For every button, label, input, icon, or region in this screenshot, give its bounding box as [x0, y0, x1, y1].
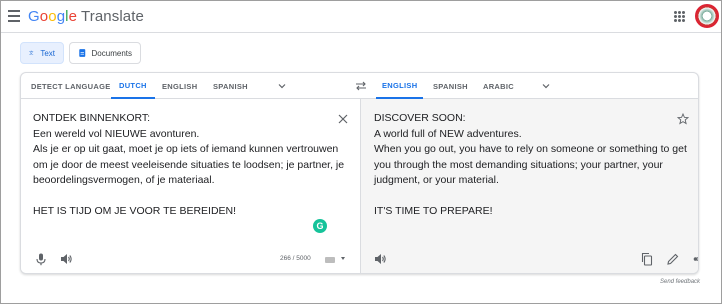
mic-icon[interactable] [34, 252, 48, 266]
documents-mode-button[interactable]: Documents [69, 42, 141, 64]
target-line: When you go out, you have to rely on som… [374, 143, 687, 155]
source-line: om je door de meest veeleisende situatie… [33, 158, 345, 171]
svg-text:文: 文 [29, 49, 34, 56]
target-line: DISCOVER SOON: [374, 112, 466, 124]
source-line [33, 189, 344, 205]
source-line: beoordelingsvermogen, of je materiaal. [33, 174, 215, 186]
source-line: HET IS TIJD OM JE VOOR TE BEREIDEN! [33, 205, 237, 217]
apps-icon[interactable] [674, 11, 685, 22]
target-line: A world full of NEW adventures. [374, 127, 522, 140]
target-text: DISCOVER SOON: A world full of NEW adven… [374, 111, 687, 220]
speaker-icon[interactable] [373, 252, 387, 266]
chevron-down-icon[interactable] [341, 257, 345, 260]
send-feedback-link[interactable]: Send feedback [660, 279, 700, 285]
text-mode-label: Text [40, 48, 55, 58]
source-lang-detect[interactable]: DETECT LANGUAGE [31, 73, 111, 99]
grammarly-icon[interactable]: G [313, 219, 327, 233]
document-icon [79, 49, 86, 57]
source-lang-dutch[interactable]: DUTCH [111, 73, 155, 99]
product-name: Translate [81, 8, 144, 25]
source-lang-spanish[interactable]: SPANISH [213, 73, 248, 99]
swap-icon[interactable] [354, 79, 368, 93]
chevron-down-icon[interactable] [541, 81, 551, 91]
source-text[interactable]: ONTDEK BINNENKORT: Een wereld vol NIEUWE… [33, 111, 344, 220]
text-mode-button[interactable]: 文 Text [20, 42, 64, 64]
target-lang-english[interactable]: ENGLISH [376, 73, 424, 99]
share-icon[interactable] [692, 252, 699, 266]
target-line: you through the most demanding situation… [374, 158, 663, 171]
source-line: ONTDEK BINNENKORT: [33, 112, 151, 124]
close-icon[interactable] [338, 114, 348, 124]
menu-icon[interactable] [8, 10, 20, 22]
source-line: Als je er op uit gaat, moet je op iets o… [33, 143, 339, 155]
character-count: 266 / 5000 [280, 255, 311, 262]
star-icon[interactable] [677, 113, 689, 125]
language-bar: DETECT LANGUAGE DUTCH ENGLISH SPANISH EN… [21, 73, 698, 99]
target-line [374, 189, 687, 205]
keyboard-icon[interactable] [325, 257, 335, 263]
target-lang-spanish[interactable]: SPANISH [433, 73, 468, 99]
avatar[interactable] [695, 4, 719, 28]
logo-letter: G [28, 8, 40, 25]
translation-output: DISCOVER SOON: A world full of NEW adven… [360, 99, 699, 273]
edit-icon[interactable] [666, 252, 680, 266]
app-logo[interactable]: Google Translate [28, 8, 144, 25]
source-line: Een wereld vol NIEUWE avonturen. [33, 127, 200, 140]
speaker-icon[interactable] [59, 252, 73, 266]
logo-letter: o [48, 8, 57, 25]
copy-icon[interactable] [640, 252, 654, 266]
target-line: IT'S TIME TO PREPARE! [374, 205, 493, 217]
source-text-area[interactable]: ONTDEK BINNENKORT: Een wereld vol NIEUWE… [21, 99, 360, 273]
chevron-down-icon[interactable] [277, 81, 287, 91]
translation-card: DETECT LANGUAGE DUTCH ENGLISH SPANISH EN… [20, 72, 699, 274]
top-bar: Google Translate [1, 1, 721, 33]
translate-icon: 文 [29, 49, 34, 56]
logo-letter: e [68, 8, 78, 25]
logo-letter: g [56, 8, 66, 25]
target-lang-arabic[interactable]: ARABIC [483, 73, 514, 99]
documents-mode-label: Documents [91, 48, 132, 58]
logo-letter: o [39, 8, 49, 25]
target-line: judgment, or your material. [374, 174, 499, 186]
source-lang-english[interactable]: ENGLISH [162, 73, 197, 99]
